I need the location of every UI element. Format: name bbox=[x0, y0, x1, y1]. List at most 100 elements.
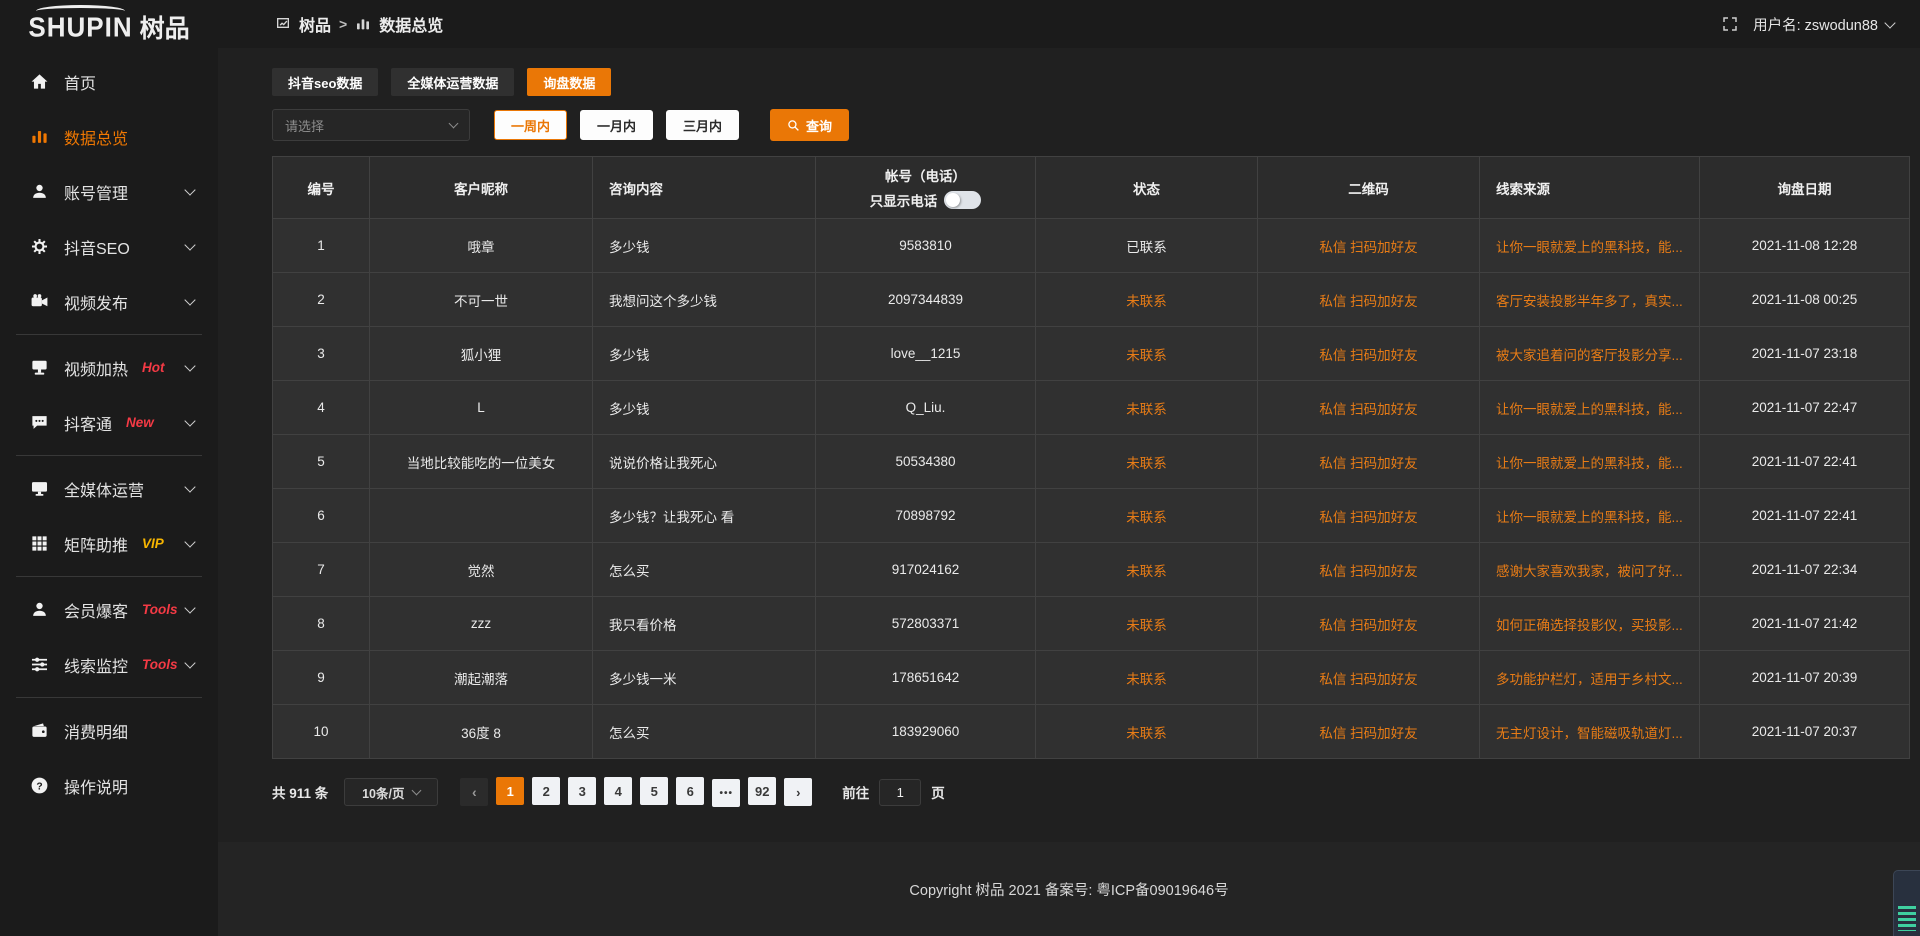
qr-link[interactable]: 私信 扫码加好友 bbox=[1319, 726, 1417, 741]
chevron-down-icon bbox=[412, 786, 422, 796]
logo-text-cn: 树品 bbox=[140, 3, 190, 45]
goto-page-input[interactable] bbox=[879, 779, 921, 806]
sidebar-item-help[interactable]: ?操作说明 bbox=[0, 758, 218, 813]
sidebar-item-account-management[interactable]: 账号管理 bbox=[0, 164, 218, 219]
col-account-title: 帐号（电话） bbox=[816, 165, 1035, 185]
source-link[interactable]: 客厅安装投影半年多了，真实... bbox=[1496, 294, 1683, 309]
source-link[interactable]: 让你一眼就爱上的黑科技，能... bbox=[1496, 456, 1683, 471]
cell-account: 9583810 bbox=[816, 219, 1036, 273]
sidebar-item-clue-monitor[interactable]: 线索监控Tools bbox=[0, 637, 218, 692]
source-link[interactable]: 多功能护栏灯，适用于乡村文... bbox=[1496, 672, 1683, 687]
source-link[interactable]: 让你一眼就爱上的黑科技，能... bbox=[1496, 402, 1683, 417]
page-footer: Copyright 树品 2021 备案号: 粤ICP备09019646号 bbox=[218, 842, 1920, 936]
sidebar: 首页数据总览账号管理抖音SEO视频发布视频加热 Hot 抖客通New 全媒体运营矩阵助… bbox=[0, 48, 218, 936]
breadcrumb-current: 数据总览 bbox=[379, 12, 443, 36]
qr-link[interactable]: 私信 扫码加好友 bbox=[1319, 240, 1417, 255]
sidebar-item-label: 线索监控 bbox=[64, 653, 128, 677]
screen-icon bbox=[30, 358, 49, 377]
cell-no: 5 bbox=[273, 435, 370, 489]
qr-link[interactable]: 私信 扫码加好友 bbox=[1319, 294, 1417, 309]
cell-account: 2097344839 bbox=[816, 273, 1036, 327]
sidebar-item-consume-detail[interactable]: 消费明细 bbox=[0, 703, 218, 758]
qr-link[interactable]: 私信 扫码加好友 bbox=[1319, 618, 1417, 633]
sidebar-item-member-baoke[interactable]: 会员爆客Tools bbox=[0, 582, 218, 637]
col-source: 线索来源 bbox=[1480, 157, 1700, 219]
tab-inquiry-data[interactable]: 询盘数据 bbox=[527, 68, 611, 96]
page-ellipsis[interactable]: ••• bbox=[712, 779, 740, 807]
page-button-1[interactable]: 1 bbox=[496, 777, 524, 805]
period-button-one-month[interactable]: 一月内 bbox=[580, 110, 653, 140]
floating-widget[interactable] bbox=[1893, 870, 1920, 936]
tab-douyin-seo-data[interactable]: 抖音seo数据 bbox=[272, 68, 378, 96]
gear-icon bbox=[30, 237, 49, 256]
qr-link[interactable]: 私信 扫码加好友 bbox=[1319, 510, 1417, 525]
period-button-one-week[interactable]: 一周内 bbox=[494, 110, 567, 140]
widget-stripes-icon bbox=[1898, 906, 1916, 931]
cell-content: 多少钱 bbox=[593, 381, 816, 435]
cell-status: 已联系 bbox=[1036, 219, 1258, 273]
phone-only-toggle[interactable] bbox=[944, 191, 981, 209]
goto-page: 前往 页 bbox=[842, 779, 945, 806]
source-link[interactable]: 让你一眼就爱上的黑科技，能... bbox=[1496, 510, 1683, 525]
prev-page-button[interactable]: ‹ bbox=[460, 778, 488, 806]
source-link[interactable]: 让你一眼就爱上的黑科技，能... bbox=[1496, 240, 1683, 255]
goto-label: 前往 bbox=[842, 782, 869, 802]
chevron-down-icon bbox=[184, 294, 195, 305]
source-link[interactable]: 无主灯设计，智能磁吸轨道灯... bbox=[1496, 726, 1683, 741]
sidebar-item-home[interactable]: 首页 bbox=[0, 54, 218, 109]
sidebar-item-douketong[interactable]: 抖客通New bbox=[0, 395, 218, 450]
sidebar-item-douyin-seo[interactable]: 抖音SEO bbox=[0, 219, 218, 274]
qr-link[interactable]: 私信 扫码加好友 bbox=[1319, 672, 1417, 687]
page-button-2[interactable]: 2 bbox=[532, 777, 560, 805]
cell-date: 2021-11-07 21:42 bbox=[1700, 597, 1910, 651]
period-button-three-month[interactable]: 三月内 bbox=[666, 110, 739, 140]
source-link[interactable]: 如何正确选择投影仪，买投影... bbox=[1496, 618, 1683, 633]
page-button-5[interactable]: 5 bbox=[640, 777, 668, 805]
sidebar-item-badge: Tools bbox=[142, 602, 178, 617]
sidebar-item-media-operation[interactable]: 全媒体运营 bbox=[0, 461, 218, 516]
cell-source: 被大家追着问的客厅投影分享... bbox=[1480, 327, 1700, 381]
filter-select[interactable]: 请选择 bbox=[272, 109, 470, 141]
chevron-down-icon bbox=[184, 239, 195, 250]
page-button-6[interactable]: 6 bbox=[676, 777, 704, 805]
qr-link[interactable]: 私信 扫码加好友 bbox=[1319, 564, 1417, 579]
user-menu[interactable]: 用户名: zswodun88 bbox=[1753, 14, 1894, 35]
qr-link[interactable]: 私信 扫码加好友 bbox=[1319, 348, 1417, 363]
sidebar-item-label: 抖客通 bbox=[64, 411, 112, 435]
sidebar-item-label: 操作说明 bbox=[64, 774, 128, 798]
page-button-92[interactable]: 92 bbox=[748, 777, 776, 805]
page-button-3[interactable]: 3 bbox=[568, 777, 596, 805]
sidebar-item-matrix-boost[interactable]: 矩阵助推VIP bbox=[0, 516, 218, 571]
cell-no: 1 bbox=[273, 219, 370, 273]
table-row: 1哦章多少钱9583810已联系私信 扫码加好友让你一眼就爱上的黑科技，能...… bbox=[273, 219, 1910, 273]
sidebar-item-data-overview[interactable]: 数据总览 bbox=[0, 109, 218, 164]
table-row: 2不可一世我想问这个多少钱2097344839未联系私信 扫码加好友客厅安装投影… bbox=[273, 273, 1910, 327]
search-button[interactable]: 查询 bbox=[770, 109, 849, 141]
topbar-right: 用户名: zswodun88 bbox=[1722, 14, 1920, 35]
breadcrumb-root[interactable]: 树品 bbox=[299, 12, 331, 36]
qr-link[interactable]: 私信 扫码加好友 bbox=[1319, 402, 1417, 417]
copyright-text: Copyright 树品 2021 备案号: 粤ICP备09019646号 bbox=[909, 879, 1228, 900]
main-area: 抖音seo数据全媒体运营数据询盘数据 请选择 一周内一月内三月内 查询 bbox=[218, 48, 1920, 936]
qr-link[interactable]: 私信 扫码加好友 bbox=[1319, 456, 1417, 471]
tab-media-operation-data[interactable]: 全媒体运营数据 bbox=[391, 68, 514, 96]
cell-status: 未联系 bbox=[1036, 651, 1258, 705]
search-icon bbox=[787, 119, 800, 132]
fullscreen-icon[interactable] bbox=[1722, 16, 1738, 32]
cell-date: 2021-11-07 22:34 bbox=[1700, 543, 1910, 597]
page-size-select[interactable]: 10条/页 bbox=[344, 778, 438, 806]
cell-qr: 私信 扫码加好友 bbox=[1258, 489, 1480, 543]
page-button-4[interactable]: 4 bbox=[604, 777, 632, 805]
sidebar-item-label: 视频加热 bbox=[64, 356, 128, 380]
source-link[interactable]: 感谢大家喜欢我家，被问了好... bbox=[1496, 564, 1683, 579]
sidebar-item-video-heat[interactable]: 视频加热 Hot bbox=[0, 340, 218, 395]
source-link[interactable]: 被大家追着问的客厅投影分享... bbox=[1496, 348, 1683, 363]
cell-nickname: L bbox=[370, 381, 593, 435]
chevron-down-icon bbox=[184, 360, 195, 371]
sidebar-item-video-publish[interactable]: 视频发布 bbox=[0, 274, 218, 329]
cell-qr: 私信 扫码加好友 bbox=[1258, 597, 1480, 651]
sidebar-item-badge: Hot bbox=[142, 360, 165, 375]
cell-account: 183929060 bbox=[816, 705, 1036, 759]
filter-bar: 请选择 一周内一月内三月内 查询 bbox=[272, 109, 1910, 141]
next-page-button[interactable]: › bbox=[784, 778, 812, 806]
